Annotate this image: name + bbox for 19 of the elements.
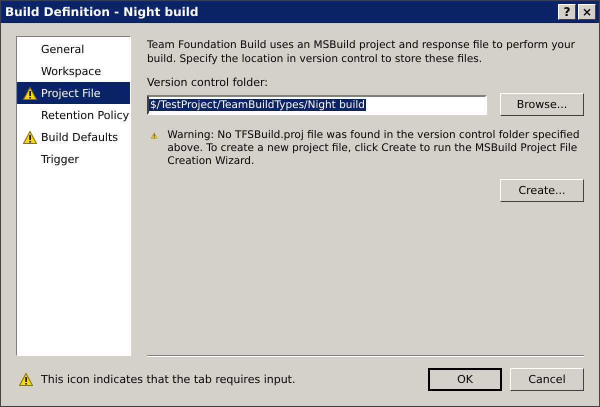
window-title: Build Definition - Night build bbox=[5, 5, 198, 19]
close-button[interactable]: × bbox=[578, 4, 596, 20]
sidebar-item[interactable]: Retention Policy bbox=[17, 104, 130, 126]
browse-button[interactable]: Browse... bbox=[500, 93, 584, 116]
sidebar-item[interactable]: Project File bbox=[17, 82, 130, 104]
version-folder-field[interactable]: $/TestProject/TeamBuildTypes/Night build bbox=[147, 94, 487, 114]
footer-note: This icon indicates that the tab requires input. bbox=[41, 373, 296, 386]
create-button[interactable]: Create... bbox=[500, 179, 584, 202]
sidebar-item[interactable]: Build Defaults bbox=[17, 126, 130, 148]
field-label: Version control folder: bbox=[147, 76, 270, 89]
help-button[interactable]: ? bbox=[558, 4, 576, 20]
cancel-button[interactable]: Cancel bbox=[510, 368, 584, 391]
sidebar-item[interactable]: General bbox=[17, 38, 130, 60]
description-text: Team Foundation Build uses an MSBuild project and response file to perform your build. Specify the location in version control to store these files. bbox=[147, 38, 576, 66]
sidebar-item[interactable]: Workspace bbox=[17, 60, 130, 82]
sidebar-item[interactable]: Trigger bbox=[17, 148, 130, 170]
warning-icon bbox=[19, 373, 33, 386]
warning-text: Warning: No TFSBuild.proj file was found in the version control folder specified above. To create a new project file, click Create to run the MSBuild Project File Creation Wizard. bbox=[167, 129, 581, 168]
ok-button[interactable]: OK bbox=[428, 368, 502, 391]
